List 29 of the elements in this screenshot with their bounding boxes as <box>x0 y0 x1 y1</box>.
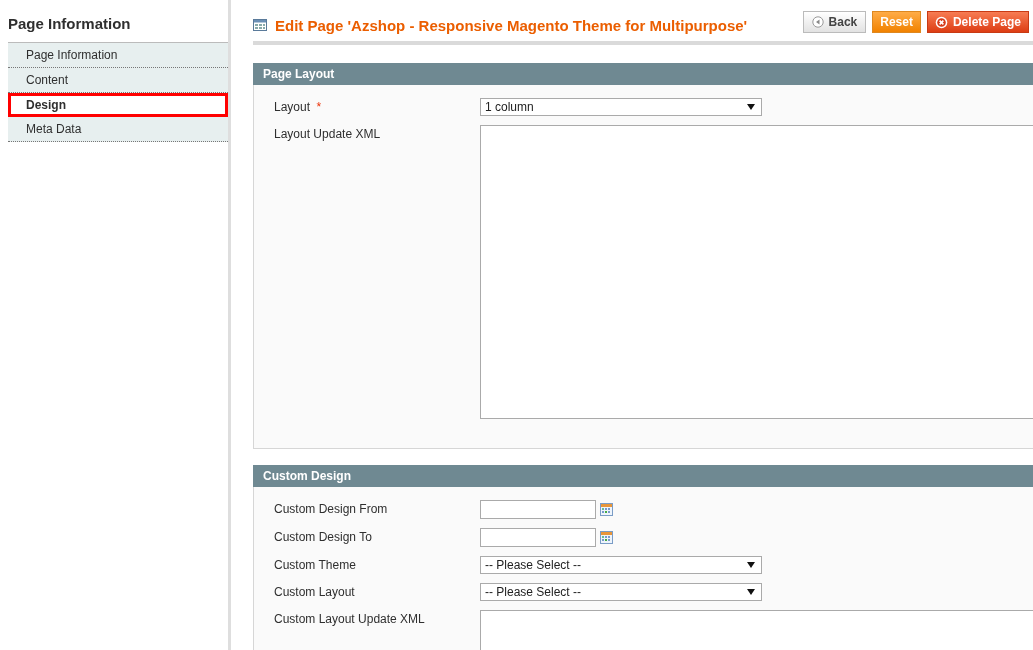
required-mark: * <box>316 100 322 114</box>
calendar-icon[interactable] <box>600 531 613 544</box>
sidebar-item[interactable]: Design <box>8 93 228 117</box>
select-dropdown[interactable]: -- Please Select -- <box>480 583 762 601</box>
field-label: Custom Design From <box>274 502 388 516</box>
field-label: Custom Theme <box>274 558 356 572</box>
page-title: Edit Page 'Azshop - Responsive Magento Theme for Multipurpose' <box>275 16 748 34</box>
back-button[interactable]: Back <box>802 11 867 33</box>
grid-icon <box>253 19 267 31</box>
field-label: Custom Layout <box>274 585 355 599</box>
sidebar-item[interactable]: Meta Data <box>8 117 228 142</box>
select-dropdown[interactable]: -- Please Select -- <box>480 556 762 574</box>
field-label: Custom Design To <box>274 530 372 544</box>
date-input[interactable] <box>480 528 596 547</box>
date-input[interactable] <box>480 500 596 519</box>
field-label: Layout Update XML <box>274 127 381 141</box>
section-header: Page Layout <box>253 63 1033 85</box>
field-label: Custom Layout Update XML <box>274 612 425 626</box>
section-header: Custom Design <box>253 465 1033 487</box>
close-icon <box>934 15 948 29</box>
caret-icon <box>747 104 755 110</box>
calendar-icon[interactable] <box>600 503 613 516</box>
sidebar-item[interactable]: Page Information <box>8 43 228 68</box>
sidebar-title: Page Information <box>8 14 132 34</box>
caret-icon <box>747 562 755 568</box>
caret-icon <box>747 589 755 595</box>
sidebar-item[interactable]: Content <box>8 68 228 93</box>
select-dropdown[interactable]: 1 column <box>480 98 762 116</box>
field-label: Layout <box>274 100 311 114</box>
